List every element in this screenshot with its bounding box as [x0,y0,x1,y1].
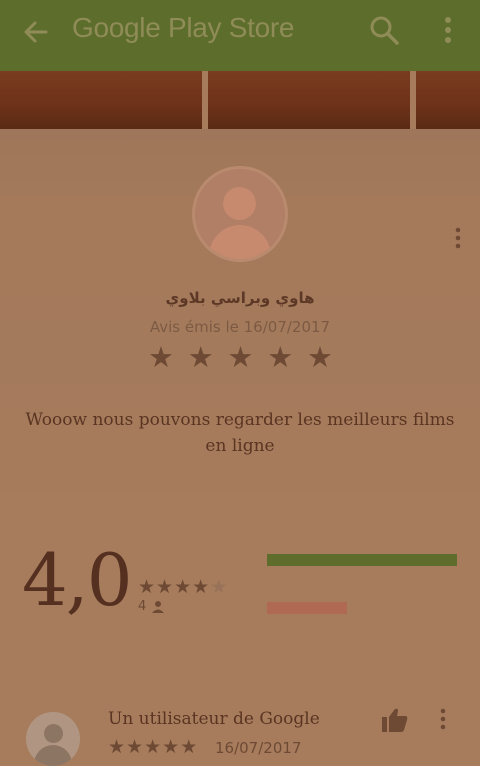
user-review-item: Un utilisateur de Google ★ ★ ★ ★ ★ 16/07… [0,693,480,766]
reviewer-name: هاوي وبراسي بلاوي [165,289,315,307]
star-icon: ★ [187,340,214,374]
star-icon: ★ [307,340,333,374]
rating-bar [267,602,457,614]
review-date: Avis émis le 16/07/2017 [149,318,331,336]
star-icon: ★ [267,340,294,374]
screenshot-strip[interactable] [0,71,480,129]
rating-summary: 4,0 ★ ★ ★ ★ ★ 4 [0,493,480,693]
more-vert-icon[interactable] [437,708,449,730]
star-icon: ★ [180,736,198,758]
star-icon: ★ [227,340,254,374]
comment-star-rating: ★ ★ ★ ★ ★ [108,737,197,757]
featured-review-card: هاوي وبراسي بلاوي Avis émis le 16/07/201… [0,129,480,493]
reviewer-avatar [195,169,285,259]
review-star-rating: ★ ★ ★ ★ ★ [148,341,333,373]
thumbs-up-icon[interactable] [381,707,409,733]
star-icon: ★ [148,340,174,374]
star-icon: ★ [138,576,156,598]
rating-count: 4 [138,599,147,614]
star-icon: ★ [162,736,180,758]
comment-author: Un utilisateur de Google [108,709,320,729]
star-icon: ★ [126,736,144,758]
screenshot-thumbnail[interactable] [416,71,480,129]
review-text: Wooow nous pouvons regarder les meilleur… [25,410,455,456]
search-icon[interactable] [366,12,402,48]
rating-bar [267,554,457,566]
app-bar: Google Play Store [0,0,480,71]
rating-bar-fill [267,602,347,614]
rating-bar-fill [267,554,457,566]
star-icon: ★ [210,576,228,598]
screenshot-thumbnail[interactable] [208,71,410,129]
star-icon: ★ [108,736,126,758]
more-vert-icon[interactable] [452,227,464,249]
average-star-rating: ★ ★ ★ ★ ★ [138,577,227,597]
average-rating: 4,0 [22,538,133,622]
app-title: Google Play Store [72,12,295,43]
star-icon: ★ [156,576,174,598]
star-icon: ★ [144,736,162,758]
star-icon: ★ [192,576,210,598]
screenshot-thumbnail[interactable] [0,71,202,129]
star-icon: ★ [174,576,192,598]
comment-date: 16/07/2017 [215,739,302,757]
more-vert-icon[interactable] [436,14,460,46]
person-icon [152,601,164,613]
arrow-back-icon[interactable] [18,14,54,50]
